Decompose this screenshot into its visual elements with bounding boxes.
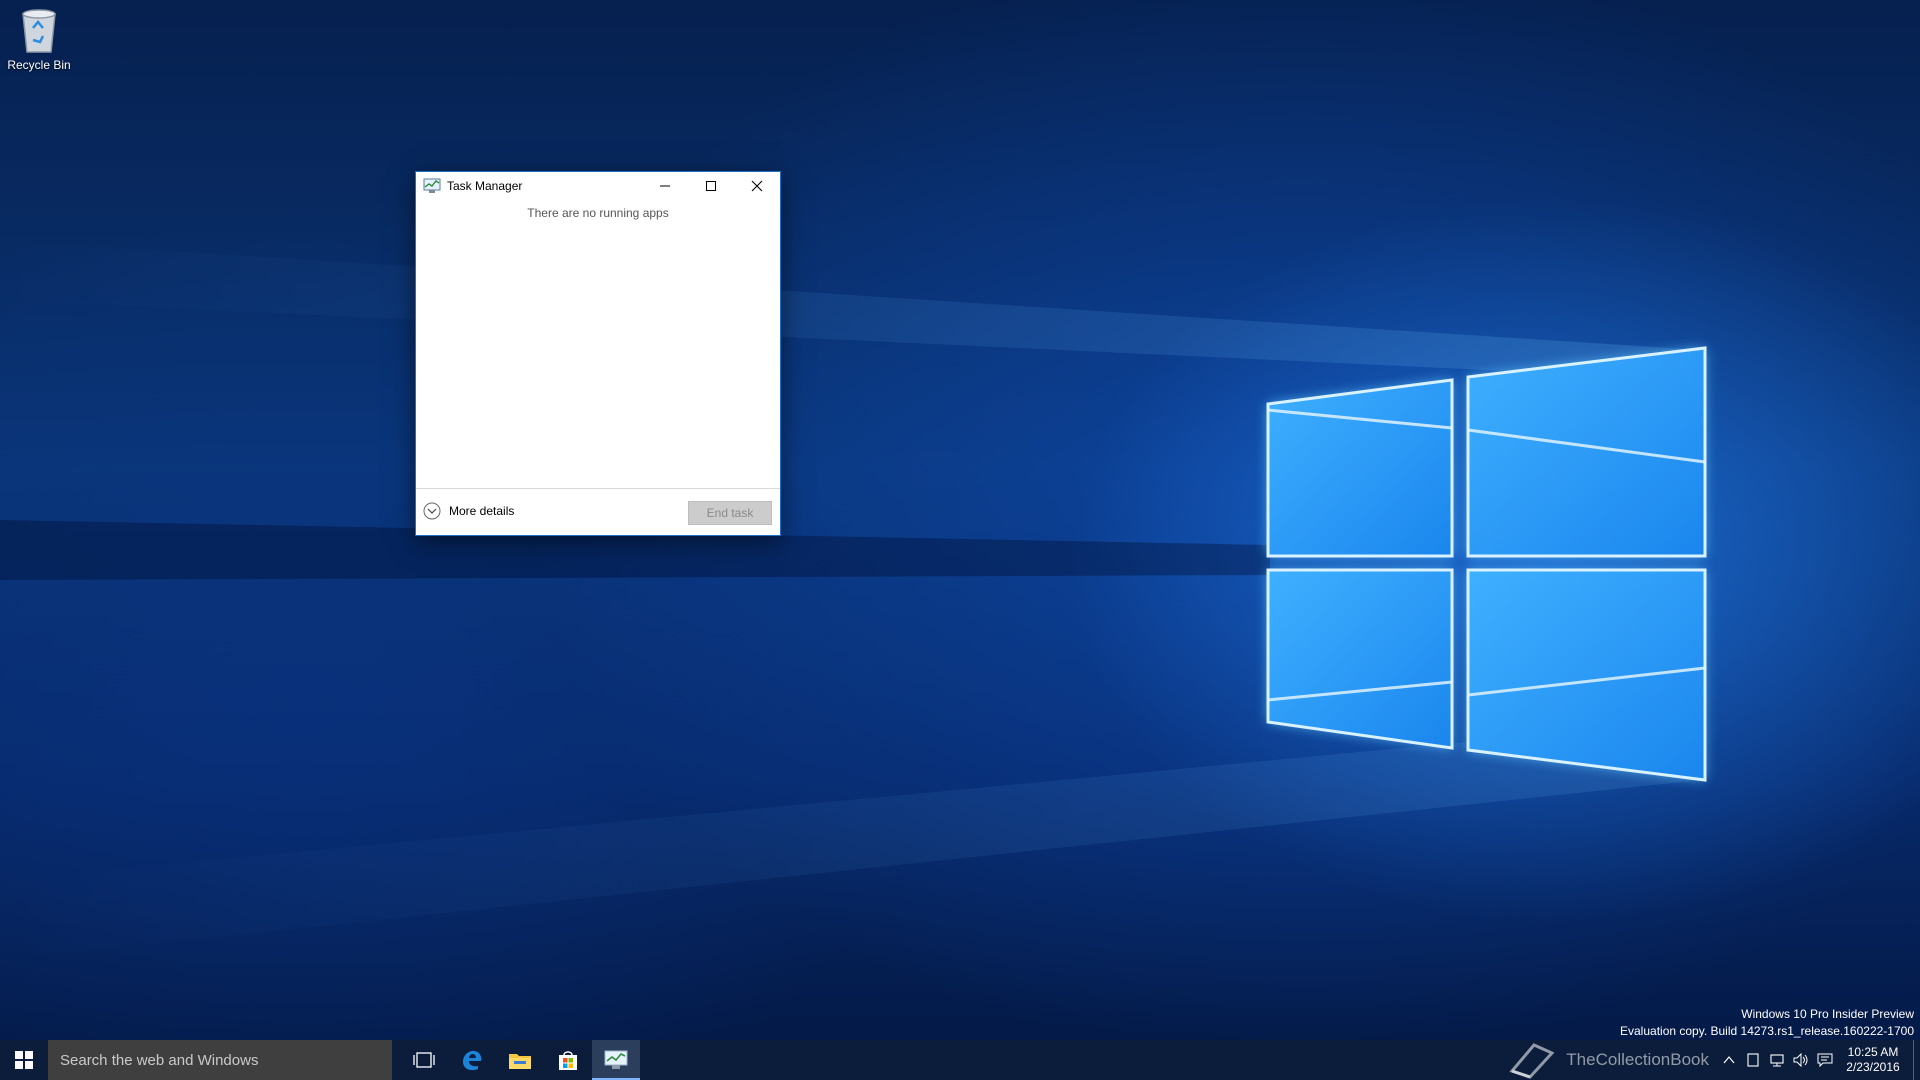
tray-tablet[interactable] — [1741, 1040, 1765, 1080]
task-manager-window[interactable]: Task Manager There are no running apps M… — [415, 171, 781, 536]
task-manager-icon — [604, 1050, 628, 1069]
minimize-button[interactable] — [642, 172, 688, 200]
start-button[interactable] — [0, 1040, 48, 1080]
more-details-label: More details — [449, 504, 515, 518]
close-icon — [751, 180, 763, 192]
windows-logo-icon — [15, 1051, 33, 1069]
maximize-icon — [706, 181, 716, 191]
clock-time: 10:25 AM — [1847, 1045, 1899, 1059]
window-title: Task Manager — [447, 179, 523, 193]
watermark-edition: Windows 10 Pro Insider Preview — [1741, 1007, 1914, 1021]
no-running-apps-message: There are no running apps — [527, 206, 669, 220]
volume-icon — [1793, 1053, 1808, 1067]
store-icon — [559, 1051, 577, 1070]
task-view-icon — [413, 1052, 435, 1068]
desktop-wallpaper — [0, 0, 1920, 1040]
recycle-bin-icon — [17, 6, 61, 54]
tray-brand: TheCollectionBook — [1508, 1041, 1709, 1079]
watermark-build: Evaluation copy. Build 14273.rs1_release… — [1620, 1024, 1914, 1038]
book-logo-icon — [1509, 1043, 1555, 1079]
tablet-icon — [1747, 1053, 1759, 1067]
window-footer: More details End task — [416, 488, 780, 535]
build-watermark: Windows 10 Pro Insider Preview Evaluatio… — [1620, 1006, 1914, 1040]
taskbar: Search the web and Windows TheCollection… — [0, 1040, 1920, 1080]
end-task-button[interactable]: End task — [688, 501, 772, 525]
network-icon — [1770, 1054, 1784, 1067]
chevron-down-icon — [423, 502, 441, 520]
taskbar-clock[interactable]: 10:25 AM 2/23/2016 — [1837, 1045, 1909, 1075]
edge-icon — [463, 1050, 482, 1071]
task-manager-icon — [423, 178, 441, 194]
desktop-icon-recycle-bin[interactable]: Recycle Bin — [4, 6, 74, 72]
title-bar[interactable]: Task Manager — [416, 172, 780, 200]
show-desktop-button[interactable] — [1913, 1040, 1920, 1080]
action-center-icon — [1817, 1053, 1833, 1067]
tray-volume[interactable] — [1789, 1040, 1813, 1080]
tray-network[interactable] — [1765, 1040, 1789, 1080]
search-placeholder: Search the web and Windows — [60, 1051, 259, 1069]
tray-brand-text: TheCollectionBook — [1566, 1050, 1709, 1069]
taskbar-edge[interactable] — [448, 1040, 496, 1080]
clock-date: 2/23/2016 — [1846, 1060, 1900, 1074]
taskbar-task-manager[interactable] — [592, 1040, 640, 1080]
close-button[interactable] — [734, 172, 780, 200]
recycle-bin-label: Recycle Bin — [7, 58, 71, 72]
taskbar-store[interactable] — [544, 1040, 592, 1080]
more-details-button[interactable]: More details — [423, 502, 514, 520]
search-box[interactable]: Search the web and Windows — [48, 1040, 392, 1080]
maximize-button[interactable] — [688, 172, 734, 200]
tray-action-center[interactable] — [1813, 1040, 1837, 1080]
taskbar-task-view[interactable] — [400, 1040, 448, 1080]
tray-chevron-up[interactable] — [1717, 1040, 1741, 1080]
taskbar-file-explorer[interactable] — [496, 1040, 544, 1080]
folder-icon — [509, 1054, 531, 1069]
minimize-icon — [660, 185, 670, 187]
system-tray: TheCollectionBook 10:25 AM 2/23/2016 — [1508, 1040, 1920, 1080]
chevron-up-icon — [1723, 1056, 1735, 1064]
